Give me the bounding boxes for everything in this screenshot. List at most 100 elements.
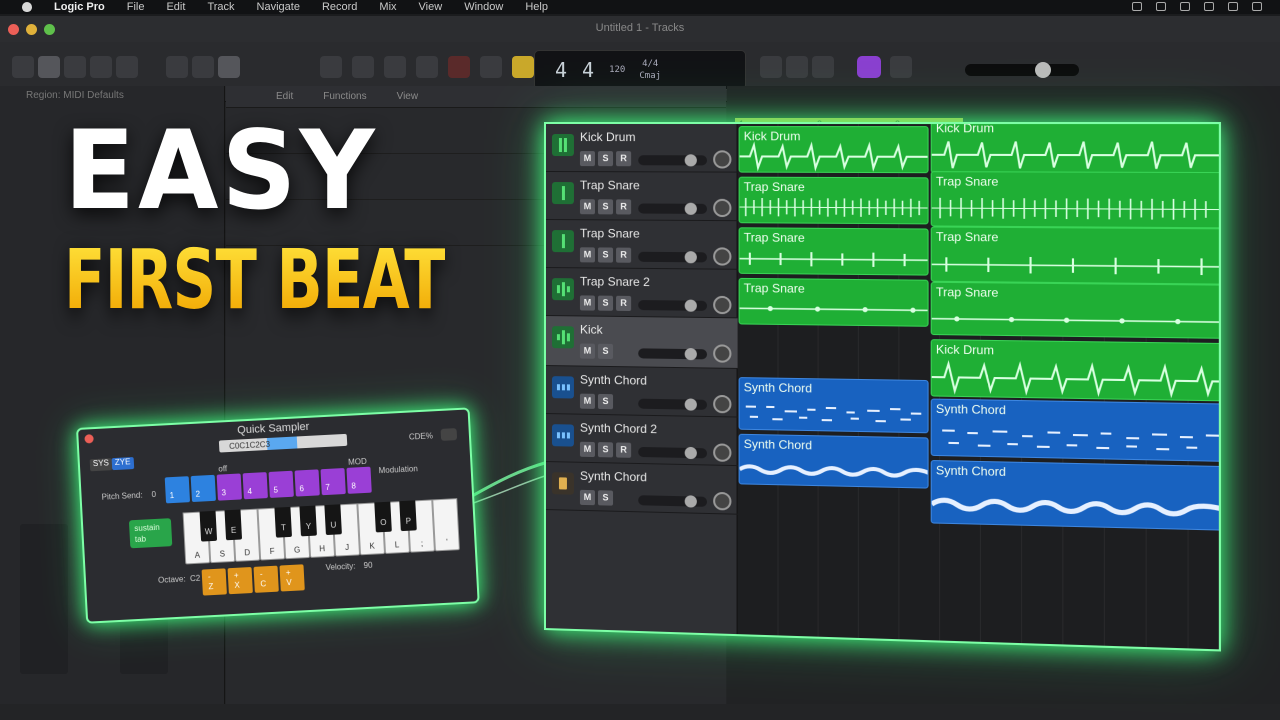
- volume-fader[interactable]: [638, 299, 708, 312]
- solo-button[interactable]: S: [597, 151, 614, 167]
- region-trap-snare[interactable]: Trap Snare: [738, 227, 929, 276]
- fader-handle[interactable]: [684, 398, 697, 411]
- pitch-send-value[interactable]: 0: [151, 490, 156, 499]
- fader-handle[interactable]: [684, 347, 697, 361]
- region-trap-snare[interactable]: Trap Snare: [930, 281, 1221, 339]
- volume-fader[interactable]: [638, 251, 708, 264]
- pad-2[interactable]: 2: [190, 474, 217, 503]
- track-header-kick[interactable]: Kick M S: [545, 316, 738, 369]
- mute-button[interactable]: M: [579, 295, 595, 311]
- pad-6[interactable]: 6: [294, 469, 320, 497]
- track-name[interactable]: Trap Snare: [580, 178, 640, 192]
- velocity-down-key[interactable]: -C: [253, 565, 279, 593]
- mode-sys-button[interactable]: SYS: [89, 458, 113, 472]
- black-key[interactable]: T: [274, 506, 292, 538]
- pan-knob[interactable]: [713, 443, 732, 462]
- region-trap-snare[interactable]: Trap Snare: [738, 176, 929, 225]
- octave-up-key[interactable]: + X: [227, 567, 253, 595]
- pad-4[interactable]: 4: [242, 472, 268, 500]
- octave-down-key[interactable]: -Z: [201, 568, 227, 596]
- pan-knob[interactable]: [713, 150, 732, 169]
- record-enable-button[interactable]: R: [616, 247, 632, 263]
- pad-8[interactable]: 8: [346, 466, 372, 494]
- region-trap-snare[interactable]: Trap Snare: [738, 277, 929, 327]
- volume-fader[interactable]: [638, 495, 708, 508]
- volume-fader[interactable]: [638, 398, 708, 411]
- pad-3[interactable]: 3: [216, 473, 242, 501]
- track-name[interactable]: Kick Drum: [580, 130, 636, 144]
- mute-button[interactable]: M: [579, 441, 595, 458]
- mute-button[interactable]: M: [579, 343, 595, 359]
- mute-button[interactable]: M: [579, 393, 595, 409]
- track-name[interactable]: Trap Snare: [580, 226, 640, 240]
- region-kick-drum[interactable]: Kick Drum: [738, 126, 929, 174]
- fader-handle[interactable]: [684, 299, 697, 312]
- pad-5[interactable]: 5: [268, 470, 294, 498]
- track-name[interactable]: Kick: [580, 322, 603, 336]
- solo-button[interactable]: S: [597, 295, 614, 311]
- region-synth-chord[interactable]: Synth Chord: [738, 377, 929, 434]
- record-enable-button[interactable]: R: [616, 295, 632, 312]
- pan-knob[interactable]: [713, 344, 732, 363]
- black-key[interactable]: Y: [299, 505, 317, 537]
- region-synth-chord[interactable]: Synth Chord: [930, 459, 1221, 531]
- white-key[interactable]: ': [432, 498, 460, 552]
- volume-fader[interactable]: [638, 154, 708, 167]
- black-key[interactable]: P: [399, 500, 417, 532]
- solo-button[interactable]: S: [597, 393, 614, 410]
- track-name[interactable]: Trap Snare 2: [580, 274, 650, 289]
- black-key[interactable]: O: [374, 501, 392, 533]
- region-trap-snare[interactable]: Trap Snare: [930, 226, 1221, 285]
- volume-fader[interactable]: [638, 202, 708, 215]
- mute-button[interactable]: M: [579, 489, 595, 506]
- solo-button[interactable]: S: [597, 442, 614, 458]
- region-kick-drum[interactable]: Kick Drum: [930, 339, 1221, 402]
- fader-handle[interactable]: [684, 446, 697, 460]
- mode-zye-button[interactable]: ZYE: [111, 457, 134, 471]
- track-header-trap-snare-2[interactable]: Trap Snare 2 M S R: [545, 268, 738, 319]
- pan-knob[interactable]: [713, 247, 732, 266]
- solo-button[interactable]: S: [597, 247, 614, 263]
- track-header-trap-snare[interactable]: Trap Snare M S R: [545, 220, 738, 270]
- fader-handle[interactable]: [684, 251, 697, 264]
- track-header-synth-chord-2[interactable]: Synth Chord 2 M S R: [545, 414, 738, 467]
- region-synth-chord[interactable]: Synth Chord: [738, 433, 929, 489]
- region-trap-snare[interactable]: Trap Snare: [930, 171, 1221, 229]
- pan-knob[interactable]: [713, 491, 732, 511]
- track-header-trap-snare[interactable]: Trap Snare M S R: [545, 172, 738, 222]
- record-enable-button[interactable]: R: [616, 199, 632, 215]
- mute-button[interactable]: M: [579, 247, 595, 263]
- track-header-synth-chord[interactable]: Synth Chord M S: [545, 462, 738, 515]
- fader-handle[interactable]: [684, 154, 697, 167]
- black-key[interactable]: W: [199, 510, 218, 542]
- volume-fader[interactable]: [638, 347, 708, 361]
- track-name[interactable]: Synth Chord 2: [580, 421, 657, 437]
- solo-button[interactable]: S: [597, 490, 614, 506]
- record-enable-button[interactable]: R: [616, 151, 632, 167]
- track-header-kick-drum[interactable]: Kick Drum M S R: [545, 124, 738, 173]
- pan-knob[interactable]: [713, 198, 732, 218]
- record-enable-button[interactable]: R: [616, 442, 632, 458]
- track-header-synth-chord[interactable]: Synth Chord M S: [545, 366, 738, 418]
- pad-7[interactable]: 7: [320, 468, 346, 496]
- solo-button[interactable]: S: [597, 343, 614, 360]
- solo-button[interactable]: S: [597, 199, 614, 215]
- sustain-button[interactable]: sustain tab: [128, 518, 173, 549]
- pitch-send-label: Pitch Send:: [101, 490, 143, 502]
- pad-1[interactable]: 1: [164, 476, 191, 504]
- fader-handle[interactable]: [684, 495, 697, 508]
- track-name[interactable]: Synth Chord: [580, 373, 647, 388]
- black-key[interactable]: U: [324, 504, 342, 536]
- mute-button[interactable]: M: [579, 151, 595, 167]
- fader-handle[interactable]: [684, 202, 697, 215]
- mute-button[interactable]: M: [579, 199, 595, 215]
- pan-knob[interactable]: [713, 394, 732, 414]
- black-key[interactable]: E: [224, 509, 243, 541]
- link-icon[interactable]: [440, 428, 458, 441]
- region-kick-drum[interactable]: Kick Drum: [930, 122, 1221, 175]
- track-name[interactable]: Synth Chord: [580, 469, 647, 485]
- region-synth-chord[interactable]: Synth Chord: [930, 398, 1221, 462]
- velocity-up-key[interactable]: + V: [279, 564, 305, 592]
- volume-fader[interactable]: [638, 446, 708, 460]
- pan-knob[interactable]: [713, 295, 732, 315]
